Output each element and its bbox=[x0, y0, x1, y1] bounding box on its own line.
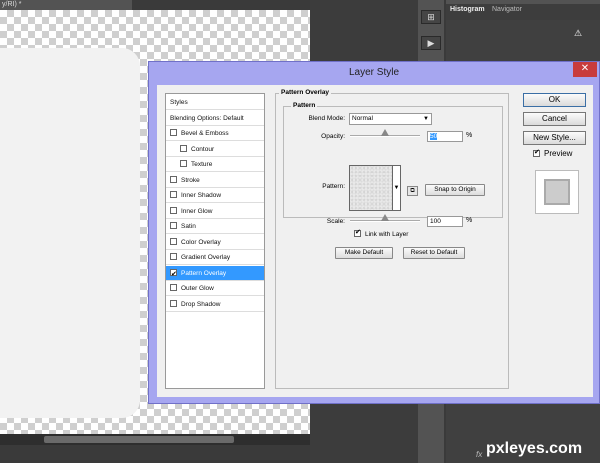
scale-slider-thumb[interactable] bbox=[381, 214, 389, 221]
blend-mode-select[interactable]: Normal ▼ bbox=[349, 113, 432, 125]
preview-thumbnail bbox=[544, 179, 570, 205]
preview-toggle[interactable]: Preview bbox=[533, 148, 573, 158]
style-checkbox[interactable] bbox=[170, 206, 177, 214]
horizontal-scrollbar[interactable] bbox=[0, 434, 310, 445]
blend-mode-label: Blend Mode: bbox=[308, 115, 346, 122]
link-with-layer-checkbox[interactable] bbox=[354, 228, 361, 237]
layer-style-dialog: Layer Style ✕ Styles Blending Options: De… bbox=[148, 61, 600, 404]
style-checkbox[interactable] bbox=[180, 160, 187, 167]
style-preview bbox=[535, 170, 579, 214]
histogram-icon[interactable]: ⊞ bbox=[421, 10, 441, 24]
style-item-label: Texture bbox=[191, 161, 213, 168]
styles-list: Styles Blending Options: Default Bevel & E… bbox=[165, 93, 265, 389]
style-checkbox[interactable] bbox=[170, 299, 177, 307]
opacity-unit: % bbox=[466, 132, 473, 139]
style-checkbox[interactable] bbox=[170, 175, 177, 183]
style-item-color-overlay[interactable]: Color Overlay bbox=[166, 235, 264, 250]
play-icon[interactable]: ▶ bbox=[421, 36, 441, 50]
style-item-outer-glow[interactable]: Outer Glow bbox=[166, 281, 264, 296]
style-checkbox[interactable] bbox=[170, 191, 177, 198]
chevron-down-icon: ▼ bbox=[423, 116, 429, 122]
pattern-label: Pattern: bbox=[322, 183, 345, 190]
pattern-subgroup-title: Pattern bbox=[291, 102, 318, 109]
style-item-label: Drop Shadow bbox=[181, 300, 221, 308]
dialog-body: Styles Blending Options: Default Bevel & E… bbox=[157, 85, 593, 397]
style-item-texture[interactable]: Texture bbox=[166, 157, 264, 172]
new-preset-icon[interactable]: ⧉ bbox=[407, 186, 418, 196]
style-item-satin[interactable]: Satin bbox=[166, 219, 264, 234]
scale-input[interactable]: 100 bbox=[427, 216, 463, 227]
style-item-label: Inner Glow bbox=[181, 207, 213, 215]
close-icon: ✕ bbox=[580, 63, 590, 74]
make-default-button[interactable]: Make Default bbox=[335, 247, 393, 259]
style-item-label: Styles bbox=[170, 99, 188, 106]
scrollbar-thumb[interactable] bbox=[44, 436, 234, 443]
style-item-pattern-overlay[interactable]: Pattern Overlay bbox=[166, 265, 264, 282]
panel-tabs: Histogram Navigator bbox=[446, 4, 600, 20]
opacity-label: Opacity: bbox=[321, 133, 345, 140]
style-item-label: Gradient Overlay bbox=[181, 254, 231, 261]
style-item-label: Stroke bbox=[181, 176, 200, 184]
chevron-down-icon: ▼ bbox=[393, 185, 400, 191]
style-checkbox[interactable] bbox=[170, 237, 177, 245]
style-item-label: Satin bbox=[181, 223, 196, 230]
preview-label: Preview bbox=[544, 149, 573, 158]
preview-checkbox[interactable] bbox=[533, 148, 540, 157]
style-item-label: Outer Glow bbox=[181, 285, 214, 292]
pattern-overlay-title: Pattern Overlay bbox=[279, 89, 332, 96]
style-item-label: Contour bbox=[191, 145, 215, 153]
style-checkbox[interactable] bbox=[170, 253, 177, 260]
close-button[interactable]: ✕ bbox=[573, 62, 597, 77]
style-item-contour[interactable]: Contour bbox=[166, 142, 264, 157]
style-item-blending-options-default[interactable]: Blending Options: Default bbox=[166, 111, 264, 126]
style-item-label: Pattern Overlay bbox=[181, 269, 227, 277]
blend-mode-value: Normal bbox=[352, 115, 373, 122]
style-item-stroke[interactable]: Stroke bbox=[166, 173, 264, 188]
tab-histogram[interactable]: Histogram bbox=[450, 6, 485, 13]
ok-button[interactable]: OK bbox=[523, 93, 586, 107]
opacity-input[interactable]: 50 bbox=[427, 131, 463, 142]
style-item-bevel-emboss[interactable]: Bevel & Emboss bbox=[166, 126, 264, 141]
tab-navigator[interactable]: Navigator bbox=[492, 6, 522, 13]
pattern-swatch[interactable] bbox=[349, 165, 397, 211]
opacity-slider-thumb[interactable] bbox=[381, 129, 389, 136]
style-item-drop-shadow[interactable]: Drop Shadow bbox=[166, 297, 264, 312]
style-item-styles[interactable]: Styles bbox=[166, 95, 264, 110]
dialog-title: Layer Style bbox=[348, 67, 400, 78]
style-checkbox[interactable] bbox=[170, 222, 177, 229]
reset-to-default-button[interactable]: Reset to Default bbox=[403, 247, 465, 259]
style-checkbox[interactable] bbox=[170, 129, 177, 136]
new-style-button[interactable]: New Style... bbox=[523, 131, 586, 145]
style-checkbox[interactable] bbox=[180, 144, 187, 152]
document-tab[interactable]: y/RI) * bbox=[0, 0, 132, 10]
style-checkbox[interactable] bbox=[170, 284, 177, 291]
style-item-inner-glow[interactable]: Inner Glow bbox=[166, 204, 264, 219]
scale-unit: % bbox=[466, 217, 473, 224]
paper-layer bbox=[0, 48, 140, 418]
style-item-label: Bevel & Emboss bbox=[181, 130, 229, 137]
scale-label: Scale: bbox=[326, 218, 345, 225]
watermark: pxleyes.com bbox=[486, 440, 583, 457]
link-with-layer[interactable]: Link with Layer bbox=[354, 228, 409, 238]
link-with-layer-label: Link with Layer bbox=[365, 231, 409, 238]
style-item-label: Color Overlay bbox=[181, 238, 221, 246]
pattern-picker-arrow[interactable]: ▼ bbox=[392, 165, 401, 211]
style-checkbox[interactable] bbox=[170, 267, 177, 282]
warning-icon[interactable]: ⚠ bbox=[574, 28, 582, 39]
snap-to-origin-button[interactable]: Snap to Origin bbox=[425, 184, 485, 196]
style-item-label: Inner Shadow bbox=[181, 192, 222, 199]
style-item-inner-shadow[interactable]: Inner Shadow bbox=[166, 188, 264, 203]
fx-icon[interactable]: fx bbox=[476, 450, 482, 459]
style-item-label: Blending Options: Default bbox=[170, 114, 244, 122]
style-item-gradient-overlay[interactable]: Gradient Overlay bbox=[166, 250, 264, 265]
cancel-button[interactable]: Cancel bbox=[523, 112, 586, 126]
